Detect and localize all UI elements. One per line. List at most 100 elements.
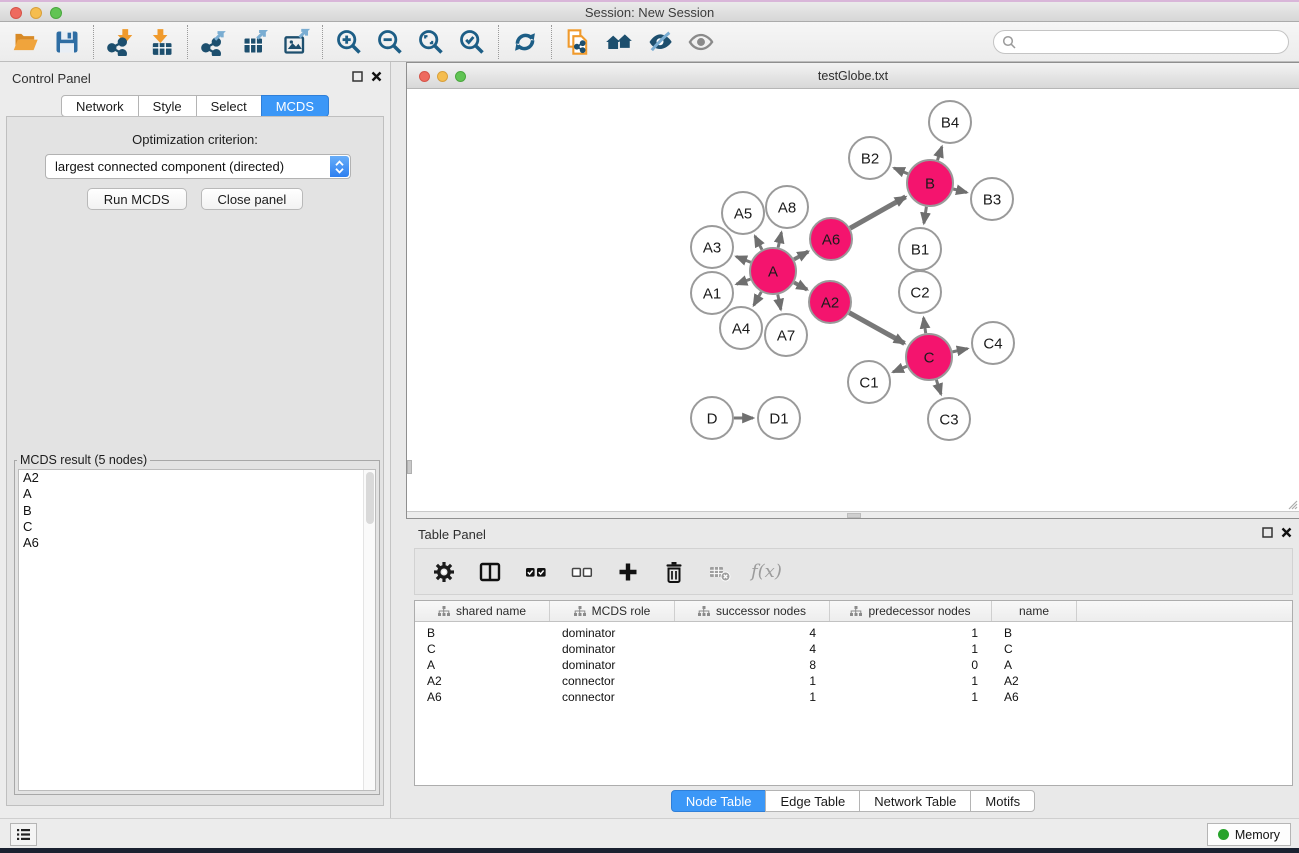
column-header-predecessor-nodes[interactable]: predecessor nodes: [830, 601, 992, 621]
tab-node-table[interactable]: Node Table: [671, 790, 767, 812]
table-row[interactable]: A dominator 8 0 A: [415, 657, 1292, 673]
graph-node-C3[interactable]: C3: [928, 398, 970, 440]
export-table-icon[interactable]: [239, 26, 271, 58]
graph-edge-A-A4[interactable]: [754, 292, 762, 305]
zoom-fit-icon[interactable]: [415, 26, 447, 58]
graph-edge-C-C1[interactable]: [893, 366, 907, 372]
column-header-shared-name[interactable]: shared name: [415, 601, 550, 621]
apply-layout-icon[interactable]: [509, 26, 541, 58]
function-builder-icon[interactable]: f(x): [751, 561, 782, 582]
network-window-titlebar[interactable]: testGlobe.txt: [407, 63, 1299, 89]
graph-edge-C-C3[interactable]: [936, 380, 941, 394]
tab-network[interactable]: Network: [61, 95, 139, 117]
tab-style[interactable]: Style: [138, 95, 197, 117]
graph-node-D[interactable]: D: [691, 397, 733, 439]
graph-edge-C-C4[interactable]: [952, 349, 967, 352]
tab-network-table[interactable]: Network Table: [859, 790, 971, 812]
first-neighbors-icon[interactable]: [603, 26, 635, 58]
graph-node-A[interactable]: A: [750, 248, 796, 294]
table-row[interactable]: C dominator 4 1 C: [415, 641, 1292, 657]
create-column-plus-icon[interactable]: [613, 557, 643, 587]
graph-node-A7[interactable]: A7: [765, 314, 807, 356]
tab-mcds[interactable]: MCDS: [261, 95, 329, 117]
graph-edge-C-C2[interactable]: [924, 318, 926, 333]
list-item[interactable]: B: [19, 503, 375, 519]
clone-network-icon[interactable]: [562, 26, 594, 58]
column-header-successor-nodes[interactable]: successor nodes: [675, 601, 830, 621]
graph-edge-A2-C[interactable]: [849, 313, 904, 344]
save-session-icon[interactable]: [51, 26, 83, 58]
list-item[interactable]: A: [19, 486, 375, 502]
graph-node-B3[interactable]: B3: [971, 178, 1013, 220]
show-all-icon[interactable]: [685, 26, 717, 58]
graph-edge-A-A2[interactable]: [794, 282, 807, 289]
tab-edge-table[interactable]: Edge Table: [765, 790, 860, 812]
close-panel-icon[interactable]: [1281, 527, 1292, 538]
column-header-name[interactable]: name: [992, 601, 1077, 621]
task-history-button[interactable]: [10, 823, 37, 846]
float-panel-icon[interactable]: [352, 71, 363, 82]
tab-motifs[interactable]: Motifs: [970, 790, 1035, 812]
zoom-in-icon[interactable]: [333, 26, 365, 58]
graph-edge-B-B4[interactable]: [937, 147, 941, 160]
list-item[interactable]: A2: [19, 470, 375, 486]
export-network-icon[interactable]: [198, 26, 230, 58]
show-column-icon[interactable]: [475, 557, 505, 587]
graph-edge-B-B2[interactable]: [894, 168, 908, 174]
horizontal-scrollbar[interactable]: [407, 511, 1299, 518]
tab-select[interactable]: Select: [196, 95, 262, 117]
graph-node-A1[interactable]: A1: [691, 272, 733, 314]
optimization-criterion-select[interactable]: largest connected component (directed): [45, 154, 351, 179]
graph-node-C2[interactable]: C2: [899, 271, 941, 313]
graph-edge-A-A1[interactable]: [736, 279, 750, 284]
memory-button[interactable]: Memory: [1207, 823, 1291, 846]
graph-node-A2[interactable]: A2: [809, 281, 851, 323]
delete-table-icon[interactable]: [705, 557, 735, 587]
graph-edge-A-A5[interactable]: [755, 236, 762, 250]
graph-node-C4[interactable]: C4: [972, 322, 1014, 364]
table-row[interactable]: A6 connector 1 1 A6: [415, 689, 1292, 705]
graph-edge-A-A3[interactable]: [736, 257, 750, 263]
search-input[interactable]: [993, 30, 1289, 54]
zoom-selected-icon[interactable]: [456, 26, 488, 58]
network-canvas[interactable]: A A1 A2 A3 A4 A5 A6 A7 A8 B B1 B2 B3B4 C C1 C2 C3C4 D D1: [407, 89, 1299, 512]
graph-edge-B-B3[interactable]: [953, 189, 967, 193]
close-panel-icon[interactable]: [371, 71, 382, 82]
open-file-icon[interactable]: [10, 26, 42, 58]
close-panel-button[interactable]: Close panel: [201, 188, 304, 210]
graph-node-C1[interactable]: C1: [848, 361, 890, 403]
graph-edge-A-A8[interactable]: [778, 232, 781, 247]
graph-edge-A-A7[interactable]: [778, 295, 781, 310]
import-network-icon[interactable]: [104, 26, 136, 58]
graph-node-B4[interactable]: B4: [929, 101, 971, 143]
table-settings-gear-icon[interactable]: [429, 557, 459, 587]
list-scrollbar[interactable]: [363, 470, 375, 790]
graph-edge-A6-B[interactable]: [850, 197, 905, 228]
table-row[interactable]: B dominator 4 1 B: [415, 625, 1292, 641]
table-row[interactable]: A2 connector 1 1 A2: [415, 673, 1292, 689]
graph-node-A3[interactable]: A3: [691, 226, 733, 268]
column-header-mcds-role[interactable]: MCDS role: [550, 601, 675, 621]
resize-grip[interactable]: [1286, 498, 1298, 510]
graph-node-B[interactable]: B: [907, 160, 953, 206]
vertical-scrollbar-thumb[interactable]: [407, 460, 412, 474]
graph-edge-A-A6[interactable]: [794, 252, 808, 260]
list-item[interactable]: C: [19, 519, 375, 535]
graph-node-D1[interactable]: D1: [758, 397, 800, 439]
delete-column-trash-icon[interactable]: [659, 557, 689, 587]
select-all-icon[interactable]: [521, 557, 551, 587]
graph-node-A8[interactable]: A8: [766, 186, 808, 228]
graph-edge-B-B1[interactable]: [924, 207, 927, 224]
graph-node-B2[interactable]: B2: [849, 137, 891, 179]
import-table-icon[interactable]: [145, 26, 177, 58]
run-mcds-button[interactable]: Run MCDS: [87, 188, 187, 210]
float-panel-icon[interactable]: [1262, 527, 1273, 538]
hide-selected-icon[interactable]: [644, 26, 676, 58]
export-image-icon[interactable]: [280, 26, 312, 58]
graph-node-C[interactable]: C: [906, 334, 952, 380]
graph-node-B1[interactable]: B1: [899, 228, 941, 270]
graph-node-A4[interactable]: A4: [720, 307, 762, 349]
deselect-all-icon[interactable]: [567, 557, 597, 587]
graph-node-A5[interactable]: A5: [722, 192, 764, 234]
graph-node-A6[interactable]: A6: [810, 218, 852, 260]
